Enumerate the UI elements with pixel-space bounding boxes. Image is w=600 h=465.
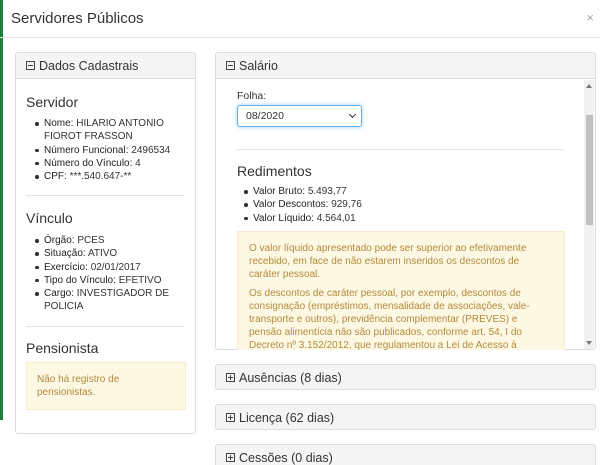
folha-label: Folha: — [237, 90, 267, 102]
scrollbar[interactable] — [584, 80, 594, 349]
salario-panel: Salário Folha: 08/2020 Redimentos Valor … — [215, 52, 596, 350]
modal-title: Servidores Públicos — [11, 10, 144, 27]
vinculo-list: Órgão: PCES Situação: ATIVO Exercício: 0… — [30, 234, 190, 314]
divider — [26, 195, 184, 196]
salario-heading[interactable]: Salário — [216, 53, 595, 79]
collapse-icon — [226, 61, 235, 70]
list-item: Órgão: PCES — [30, 234, 190, 247]
note-2: Os descontos de caráter pessoal, por exe… — [249, 288, 530, 350]
list-item: Exercício: 02/01/2017 — [30, 261, 190, 274]
list-item: Tipo do Vínculo: EFETIVO — [30, 274, 190, 287]
expand-icon — [226, 373, 235, 382]
redimentos-title: Redimentos — [237, 163, 312, 179]
collapse-icon — [26, 61, 35, 70]
servidor-list: Nome: HILARIO ANTONIO FIOROT FRASSON Núm… — [30, 117, 190, 183]
list-item: Número do Vínculo: 4 — [30, 157, 190, 170]
left-accent-bar — [0, 0, 3, 420]
scroll-thumb[interactable] — [586, 115, 593, 225]
divider — [26, 326, 184, 327]
licenca-panel[interactable]: Licença (62 dias) — [215, 404, 596, 430]
redimentos-list: Valor Bruto: 5.493,77 Valor Descontos: 9… — [239, 185, 559, 225]
servidor-title: Servidor — [26, 94, 79, 110]
list-item: Situação: ATIVO — [30, 247, 190, 260]
modal-header: Servidores Públicos × — [0, 0, 600, 38]
expand-icon — [226, 453, 235, 462]
list-item: Valor Descontos: 929,76 — [239, 198, 559, 211]
close-icon[interactable]: × — [586, 10, 594, 25]
salario-scroll-area: Folha: 08/2020 Redimentos Valor Bruto: 5… — [216, 79, 586, 350]
salario-alert: O valor líquido apresentado pode ser sup… — [237, 231, 565, 350]
cessoes-panel[interactable]: Cessões (0 dias) — [215, 444, 596, 465]
list-item: Cargo: INVESTIGADOR DE POLICIA — [30, 287, 190, 314]
dados-cadastrais-panel: Dados Cadastrais Servidor Nome: HILARIO … — [15, 52, 196, 434]
list-item: Número Funcional: 2496534 — [30, 144, 190, 157]
scroll-up-icon[interactable] — [586, 84, 592, 88]
list-item: Valor Bruto: 5.493,77 — [239, 185, 559, 198]
list-item: Valor Líquido: 4.564,01 — [239, 212, 559, 225]
ausencias-panel[interactable]: Ausências (8 dias) — [215, 364, 596, 390]
pensionista-title: Pensionista — [26, 340, 99, 356]
note-1: O valor líquido apresentado pode ser sup… — [249, 243, 527, 280]
dados-cadastrais-heading[interactable]: Dados Cadastrais — [16, 53, 195, 79]
folha-select[interactable]: 08/2020 — [237, 105, 362, 127]
expand-icon — [226, 413, 235, 422]
vinculo-title: Vínculo — [26, 210, 73, 226]
scroll-down-icon[interactable] — [586, 341, 592, 345]
chevron-down-icon — [348, 110, 357, 119]
pensionista-alert: Não há registro de pensionistas. — [26, 362, 186, 410]
divider — [237, 149, 563, 150]
list-item: Nome: HILARIO ANTONIO FIOROT FRASSON — [30, 117, 190, 144]
list-item: CPF: ***.540.647-** — [30, 170, 190, 183]
